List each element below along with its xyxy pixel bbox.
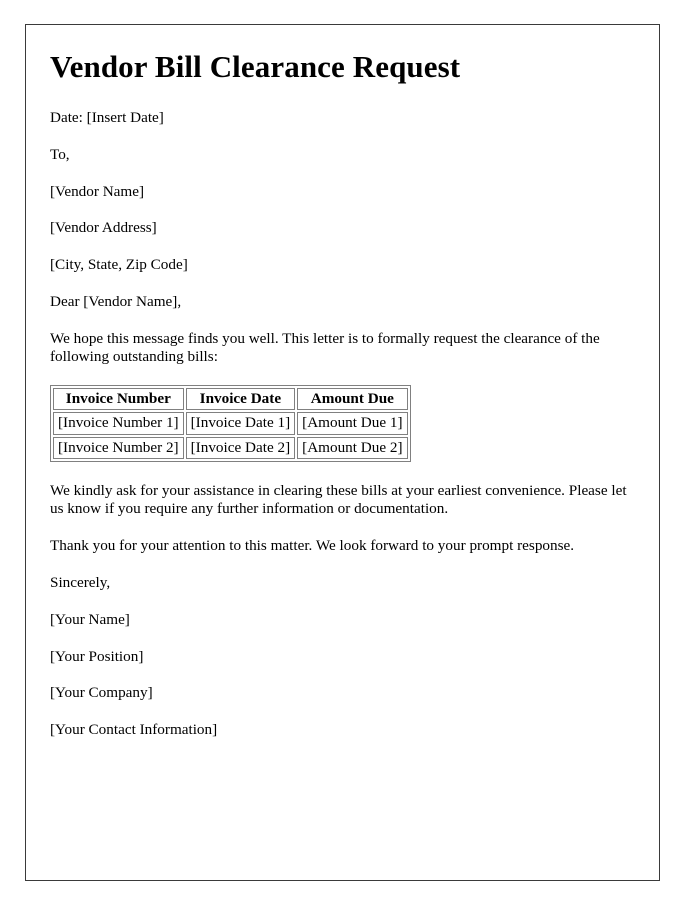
signature-name: [Your Name] (50, 610, 130, 628)
recipient-name: [Vendor Name] (50, 182, 145, 200)
cell-invoice-number: [Invoice Number 2] (53, 436, 184, 459)
recipient-address: [Vendor Address] (50, 219, 157, 237)
closing-paragraph: Thank you for your attention to this mat… (50, 536, 575, 554)
column-header-amount-due: Amount Due (297, 388, 408, 411)
request-paragraph: We kindly ask for your assistance in cle… (50, 481, 627, 517)
intro-paragraph: We hope this message finds you well. Thi… (50, 330, 600, 366)
greeting-line: Dear [Vendor Name], (50, 293, 182, 311)
sign-off: Sincerely, (50, 573, 111, 591)
recipient-salutation: To, (50, 145, 70, 163)
signature-contact: [Your Contact Information] (50, 721, 218, 739)
table-row: [Invoice Number 2] [Invoice Date 2] [Amo… (53, 436, 408, 459)
cell-invoice-number: [Invoice Number 1] (53, 412, 184, 435)
document-body: Vendor Bill Clearance Request Date: [Ins… (26, 25, 659, 739)
document-page: Vendor Bill Clearance Request Date: [Ins… (25, 24, 660, 881)
recipient-city-state-zip: [City, State, Zip Code] (50, 256, 188, 274)
signature-position: [Your Position] (50, 647, 144, 665)
date-line: Date: [Insert Date] (50, 108, 164, 126)
column-header-invoice-number: Invoice Number (53, 388, 184, 411)
cell-amount-due: [Amount Due 1] (297, 412, 408, 435)
signature-company: [Your Company] (50, 684, 153, 702)
page-title: Vendor Bill Clearance Request (50, 49, 461, 84)
column-header-invoice-date: Invoice Date (185, 388, 296, 411)
outstanding-bills-table: Invoice Number Invoice Date Amount Due [… (50, 385, 411, 462)
cell-amount-due: [Amount Due 2] (297, 436, 408, 459)
cell-invoice-date: [Invoice Date 2] (185, 436, 296, 459)
cell-invoice-date: [Invoice Date 1] (185, 412, 296, 435)
table-header-row: Invoice Number Invoice Date Amount Due (53, 388, 408, 411)
table-row: [Invoice Number 1] [Invoice Date 1] [Amo… (53, 412, 408, 435)
